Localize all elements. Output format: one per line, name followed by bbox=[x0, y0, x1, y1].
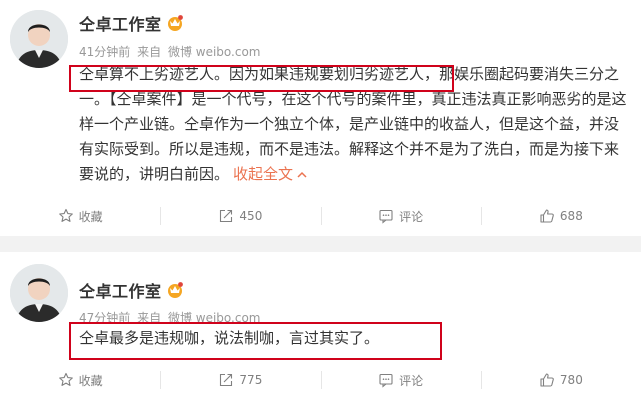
post-meta: 41分钟前 来自 微博 weibo.com bbox=[79, 43, 264, 60]
like-count: 688 bbox=[559, 209, 583, 223]
author-name[interactable]: 仝卓工作室 bbox=[79, 11, 162, 35]
star-icon bbox=[58, 208, 73, 222]
action-bar: 收藏 450 评论 688 bbox=[0, 196, 641, 236]
repost-icon bbox=[220, 209, 233, 223]
comment-icon bbox=[379, 209, 393, 224]
vip-badge-icon bbox=[167, 15, 183, 31]
author-row: 仝卓工作室 bbox=[79, 11, 184, 35]
repost-count: 450 bbox=[239, 209, 263, 223]
feed-separator bbox=[0, 236, 641, 252]
thumbs-up-icon bbox=[540, 373, 554, 387]
like-button[interactable]: 780 bbox=[480, 360, 641, 400]
repost-button[interactable]: 450 bbox=[160, 196, 320, 236]
favorite-button[interactable]: 收藏 bbox=[0, 360, 160, 400]
star-icon bbox=[58, 372, 73, 386]
weibo-post: 仝卓工作室 41分钟前 来自 微博 weibo.com 仝卓算不上劣迹艺人。因为… bbox=[0, 0, 641, 236]
highlight-box bbox=[69, 65, 454, 92]
avatar-image bbox=[10, 10, 68, 68]
avatar[interactable] bbox=[10, 10, 68, 68]
comment-label: 评论 bbox=[399, 373, 424, 388]
favorite-label: 收藏 bbox=[78, 373, 103, 388]
repost-button[interactable]: 775 bbox=[160, 360, 320, 400]
repost-count: 775 bbox=[239, 373, 263, 387]
comment-button[interactable]: 评论 bbox=[320, 196, 481, 236]
comment-label: 评论 bbox=[399, 209, 424, 224]
favorite-label: 收藏 bbox=[78, 209, 103, 224]
post-source: 微博 weibo.com bbox=[167, 45, 261, 59]
like-count: 780 bbox=[559, 373, 583, 387]
author-row: 仝卓工作室 bbox=[79, 278, 184, 302]
post-time[interactable]: 41分钟前 bbox=[79, 45, 130, 59]
avatar-image bbox=[10, 264, 68, 322]
highlight-box bbox=[69, 322, 442, 360]
vip-badge-icon bbox=[167, 282, 183, 298]
comment-button[interactable]: 评论 bbox=[320, 360, 481, 400]
chevron-up-icon[interactable] bbox=[297, 162, 307, 187]
thumbs-up-icon bbox=[540, 209, 554, 223]
repost-icon bbox=[220, 373, 233, 387]
action-bar: 收藏 775 评论 780 bbox=[0, 360, 641, 400]
favorite-button[interactable]: 收藏 bbox=[0, 196, 160, 236]
like-button[interactable]: 688 bbox=[480, 196, 641, 236]
avatar[interactable] bbox=[10, 264, 68, 322]
author-name[interactable]: 仝卓工作室 bbox=[79, 278, 162, 302]
comment-icon bbox=[379, 373, 393, 388]
source-prefix: 来自 bbox=[137, 45, 162, 59]
collapse-link[interactable]: 收起全文 bbox=[233, 165, 293, 183]
